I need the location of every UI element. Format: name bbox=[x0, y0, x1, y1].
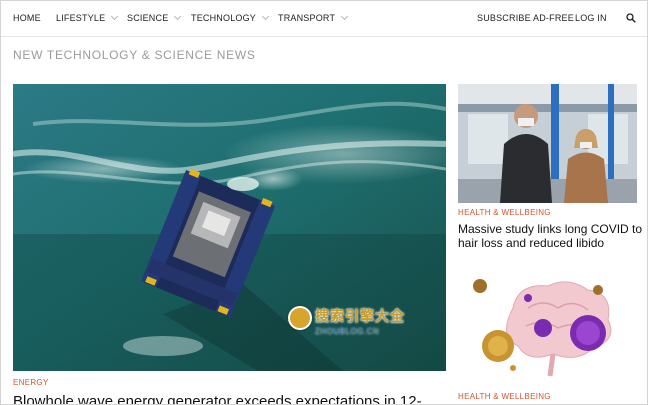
card-1-image[interactable] bbox=[458, 84, 637, 203]
nav-item-home[interactable]: HOME bbox=[13, 13, 41, 23]
watermark-logo-icon bbox=[288, 306, 312, 330]
chevron-down-icon bbox=[174, 12, 182, 21]
chevron-down-icon bbox=[341, 12, 349, 21]
card-2-category-link[interactable]: HEALTH & WELLBEING bbox=[458, 392, 551, 401]
nav-item-transport[interactable]: TRANSPORT bbox=[278, 12, 349, 23]
login-link[interactable]: LOG IN bbox=[575, 13, 607, 23]
subscribe-ad-free-link[interactable]: SUBSCRIBE AD-FREE bbox=[477, 13, 574, 23]
nav-item-lifestyle[interactable]: LIFESTYLE bbox=[56, 12, 119, 23]
hero-headline-link[interactable]: Blowhole wave energy generator exceeds e… bbox=[13, 393, 443, 404]
hero-article-image[interactable] bbox=[13, 84, 446, 371]
search-icon[interactable] bbox=[626, 13, 636, 23]
top-navigation: HOME LIFESTYLE SCIENCE TECHNOLOGY TRANSP… bbox=[1, 1, 647, 37]
hero-category-link[interactable]: ENERGY bbox=[13, 378, 49, 387]
chevron-down-icon bbox=[111, 12, 119, 21]
page-frame: HOME LIFESTYLE SCIENCE TECHNOLOGY TRANSP… bbox=[0, 0, 648, 405]
watermark-text: 搜索引擎大全 bbox=[315, 308, 405, 324]
card-1-category-link[interactable]: HEALTH & WELLBEING bbox=[458, 208, 551, 217]
nav-item-technology[interactable]: TECHNOLOGY bbox=[191, 12, 270, 23]
chevron-down-icon bbox=[261, 12, 270, 21]
card-2-image[interactable] bbox=[458, 268, 637, 381]
watermark-subtext: ZHOUBLOG.CN bbox=[315, 327, 380, 336]
nav-item-science[interactable]: SCIENCE bbox=[127, 12, 182, 23]
card-1-title-link[interactable]: Massive study links long COVID to hair l… bbox=[458, 222, 643, 250]
section-title: NEW TECHNOLOGY & SCIENCE NEWS bbox=[13, 48, 256, 62]
